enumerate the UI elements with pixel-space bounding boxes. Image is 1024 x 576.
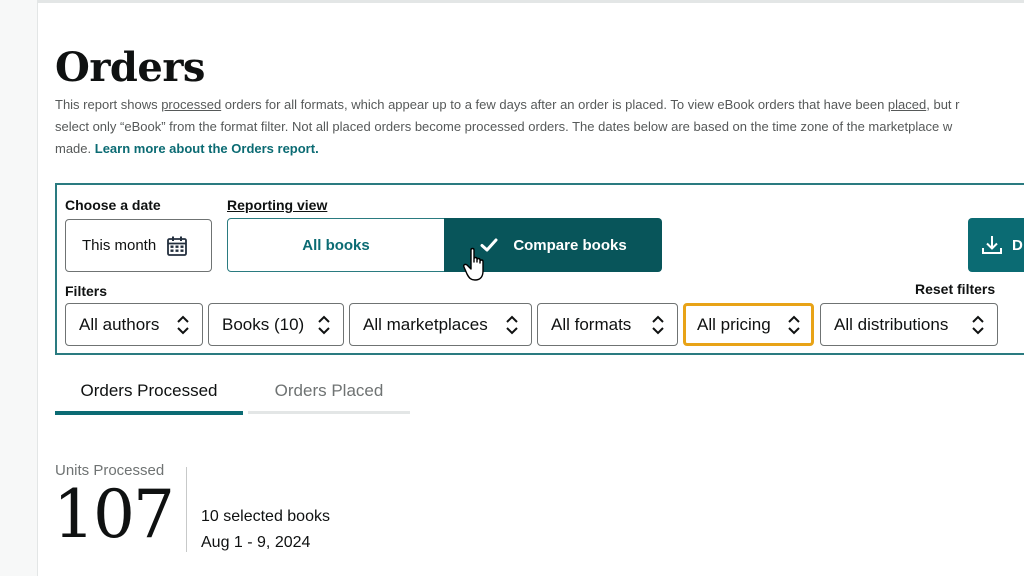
summary-divider [186,467,187,552]
page-title: Orders [55,44,205,91]
download-label: D [1012,236,1023,254]
chevron-up-down-icon [506,315,518,334]
reporting-view-label: Reporting view [227,197,328,213]
left-navigation-strip [0,0,38,576]
hand-cursor-icon [463,247,484,281]
chevron-up-down-icon [972,315,984,334]
summary-date-range: Aug 1 - 9, 2024 [201,534,311,551]
formats-filter-label: All formats [551,314,632,334]
chevron-up-down-icon [788,315,800,334]
compare-books-label: Compare books [513,236,627,254]
inactive-tab-indicator [248,411,410,414]
description-line-1: This report shows processed orders for a… [55,97,960,112]
date-picker-button[interactable]: This month [65,219,212,272]
date-value: This month [82,237,157,254]
active-tab-indicator [55,411,243,415]
description-line-2: select only “eBook” from the format filt… [55,119,953,134]
distributions-filter-label: All distributions [834,314,949,334]
choose-date-label: Choose a date [65,197,161,213]
tab-orders-processed-label: Orders Processed [80,381,218,400]
selected-books-count: 10 selected books [201,508,330,525]
authors-filter[interactable]: All authors [65,303,203,346]
download-icon [982,236,1002,254]
reset-filters-link[interactable]: Reset filters [915,281,995,297]
tab-orders-placed[interactable]: Orders Placed [248,381,410,411]
filters-label: Filters [65,283,108,299]
top-border [0,0,1024,3]
pricing-filter[interactable]: All pricing [683,303,814,346]
marketplaces-filter[interactable]: All marketplaces [349,303,532,346]
all-books-label: All books [302,236,370,254]
marketplaces-filter-label: All marketplaces [363,314,488,334]
distributions-filter[interactable]: All distributions [820,303,998,346]
books-filter[interactable]: Books (10) [208,303,344,346]
formats-filter[interactable]: All formats [537,303,678,346]
chevron-up-down-icon [177,315,189,334]
description-line-3: made. Learn more about the Orders report… [55,141,319,156]
tab-orders-placed-label: Orders Placed [274,381,384,400]
pricing-filter-label: All pricing [697,314,771,334]
placed-link[interactable]: placed [888,97,926,112]
units-processed-value: 107 [53,476,175,553]
tab-orders-processed[interactable]: Orders Processed [55,381,243,411]
books-filter-label: Books (10) [222,314,305,334]
chevron-up-down-icon [652,315,664,334]
calendar-icon [167,236,188,256]
learn-more-link[interactable]: Learn more about the Orders report. [95,141,319,156]
download-button[interactable]: D [968,218,1024,272]
report-description: This report shows processed orders for a… [55,94,1024,160]
all-books-toggle[interactable]: All books [227,218,445,272]
chevron-up-down-icon [318,315,330,334]
processed-link[interactable]: processed [161,97,221,112]
authors-filter-label: All authors [79,314,160,334]
